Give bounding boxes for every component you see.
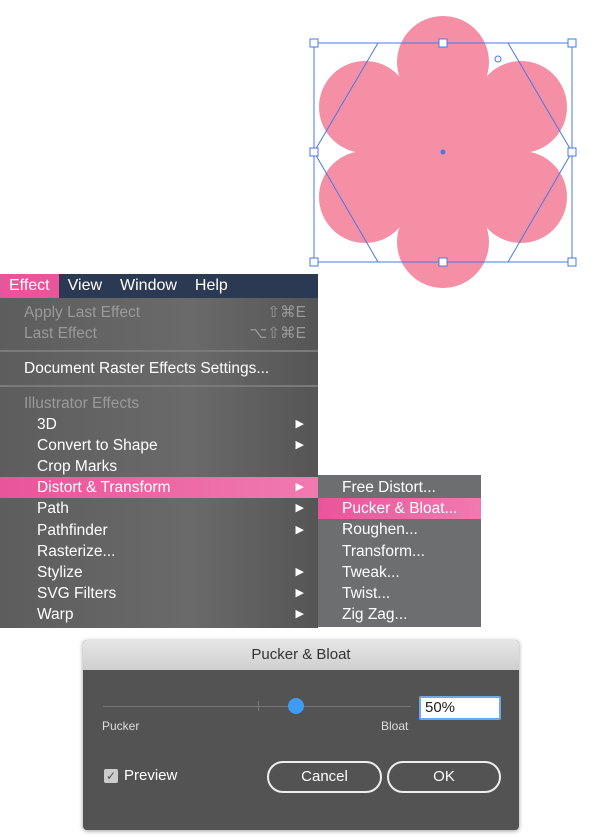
label: Twist...	[342, 585, 391, 602]
separator	[0, 385, 318, 387]
ok-button[interactable]: OK	[387, 761, 501, 793]
submenu-arrow-icon: ▶	[295, 418, 304, 430]
menu-item-pathfinder[interactable]: Pathfinder ▶	[0, 520, 318, 541]
menu-item-document-raster-effects[interactable]: Document Raster Effects Settings...	[0, 358, 318, 379]
menu-effect[interactable]: Effect	[0, 274, 59, 298]
slider-center-tick	[258, 701, 259, 711]
preview-label: Preview	[124, 767, 178, 784]
label: Illustrator Effects	[24, 395, 140, 412]
preview-checkbox[interactable]: ✓	[104, 769, 118, 783]
submenu-arrow-icon: ▶	[295, 502, 304, 515]
submenu-arrow-icon: ▶	[295, 439, 304, 452]
shortcut: ⌥⇧⌘E	[249, 325, 306, 342]
submenu-item-roughen[interactable]: Roughen...	[318, 519, 481, 540]
menu-item-last-effect[interactable]: Last Effect ⌥⇧⌘E	[0, 323, 318, 344]
bloat-label: Bloat	[381, 719, 409, 733]
label: Rasterize...	[37, 542, 116, 560]
label: 3D	[37, 416, 57, 433]
menu-item-crop-marks[interactable]: Crop Marks	[0, 456, 318, 477]
label: Warp	[37, 605, 74, 623]
value-input[interactable]: 50%	[419, 696, 501, 720]
label: SVG Filters	[37, 584, 117, 602]
separator	[0, 350, 318, 352]
submenu-item-transform[interactable]: Transform...	[318, 541, 481, 562]
menu-item-svg-filters[interactable]: SVG Filters ▶	[0, 583, 318, 604]
menu-view[interactable]: View	[59, 274, 111, 298]
menu-item-distort-transform[interactable]: Distort & Transform ▶	[0, 477, 318, 499]
pucker-bloat-dialog: Pucker & Bloat Pucker Bloat 50% ✓ Previe…	[83, 640, 519, 830]
menu-item-warp[interactable]: Warp ▶	[0, 604, 318, 625]
menu-item-path[interactable]: Path ▶	[0, 498, 318, 519]
label: Distort & Transform	[37, 479, 171, 497]
distort-transform-submenu: Free Distort... Pucker & Bloat... Roughen.…	[318, 475, 481, 627]
submenu-item-tweak[interactable]: Tweak...	[318, 562, 481, 583]
label: Transform...	[342, 542, 425, 560]
submenu-item-pucker-bloat[interactable]: Pucker & Bloat...	[318, 498, 481, 520]
label: Roughen...	[342, 521, 418, 539]
center-point	[440, 149, 446, 155]
submenu-item-twist[interactable]: Twist...	[318, 583, 481, 604]
menu-item-convert-to-shape[interactable]: Convert to Shape ▶	[0, 435, 318, 456]
label: Document Raster Effects Settings...	[24, 360, 270, 377]
label: Free Distort...	[342, 479, 436, 496]
effect-menu: Apply Last Effect ⇧⌘E Last Effect ⌥⇧⌘E Doc…	[0, 298, 318, 628]
menu-item-3d[interactable]: 3D ▶	[0, 414, 318, 435]
label: Path	[37, 500, 69, 518]
label: Tweak...	[342, 563, 400, 581]
submenu-arrow-icon: ▶	[295, 523, 304, 536]
submenu-arrow-icon: ▶	[295, 586, 304, 599]
submenu-arrow-icon: ▶	[295, 607, 304, 620]
label: Convert to Shape	[37, 437, 158, 455]
submenu-arrow-icon: ▶	[295, 481, 304, 494]
slider-thumb[interactable]	[287, 698, 304, 714]
label: Crop Marks	[37, 458, 118, 476]
section-illustrator-effects: Illustrator Effects	[0, 393, 318, 414]
menu-bar: Effect View Window Help	[0, 274, 318, 298]
pucker-label: Pucker	[102, 719, 140, 733]
submenu-item-free-distort[interactable]: Free Distort...	[318, 477, 481, 498]
menu-window[interactable]: Window	[111, 274, 186, 298]
menu-item-stylize[interactable]: Stylize ▶	[0, 562, 318, 583]
label: Apply Last Effect	[24, 304, 141, 321]
label: Zig Zag...	[342, 606, 408, 624]
submenu-item-zig-zag[interactable]: Zig Zag...	[318, 604, 481, 625]
artboard-flower-shape[interactable]	[0, 0, 600, 300]
cancel-button[interactable]: Cancel	[267, 761, 382, 793]
menu-item-apply-last-effect[interactable]: Apply Last Effect ⇧⌘E	[0, 302, 318, 323]
label: Pucker & Bloat...	[342, 500, 458, 518]
slider-track[interactable]	[103, 706, 411, 707]
dialog-title: Pucker & Bloat	[83, 640, 519, 670]
label: Stylize	[37, 563, 83, 581]
menu-help[interactable]: Help	[186, 274, 237, 298]
submenu-arrow-icon: ▶	[295, 565, 304, 578]
label: Pathfinder	[37, 521, 108, 539]
shortcut: ⇧⌘E	[267, 304, 306, 321]
label: Last Effect	[24, 325, 97, 342]
menu-item-rasterize[interactable]: Rasterize...	[0, 541, 318, 562]
